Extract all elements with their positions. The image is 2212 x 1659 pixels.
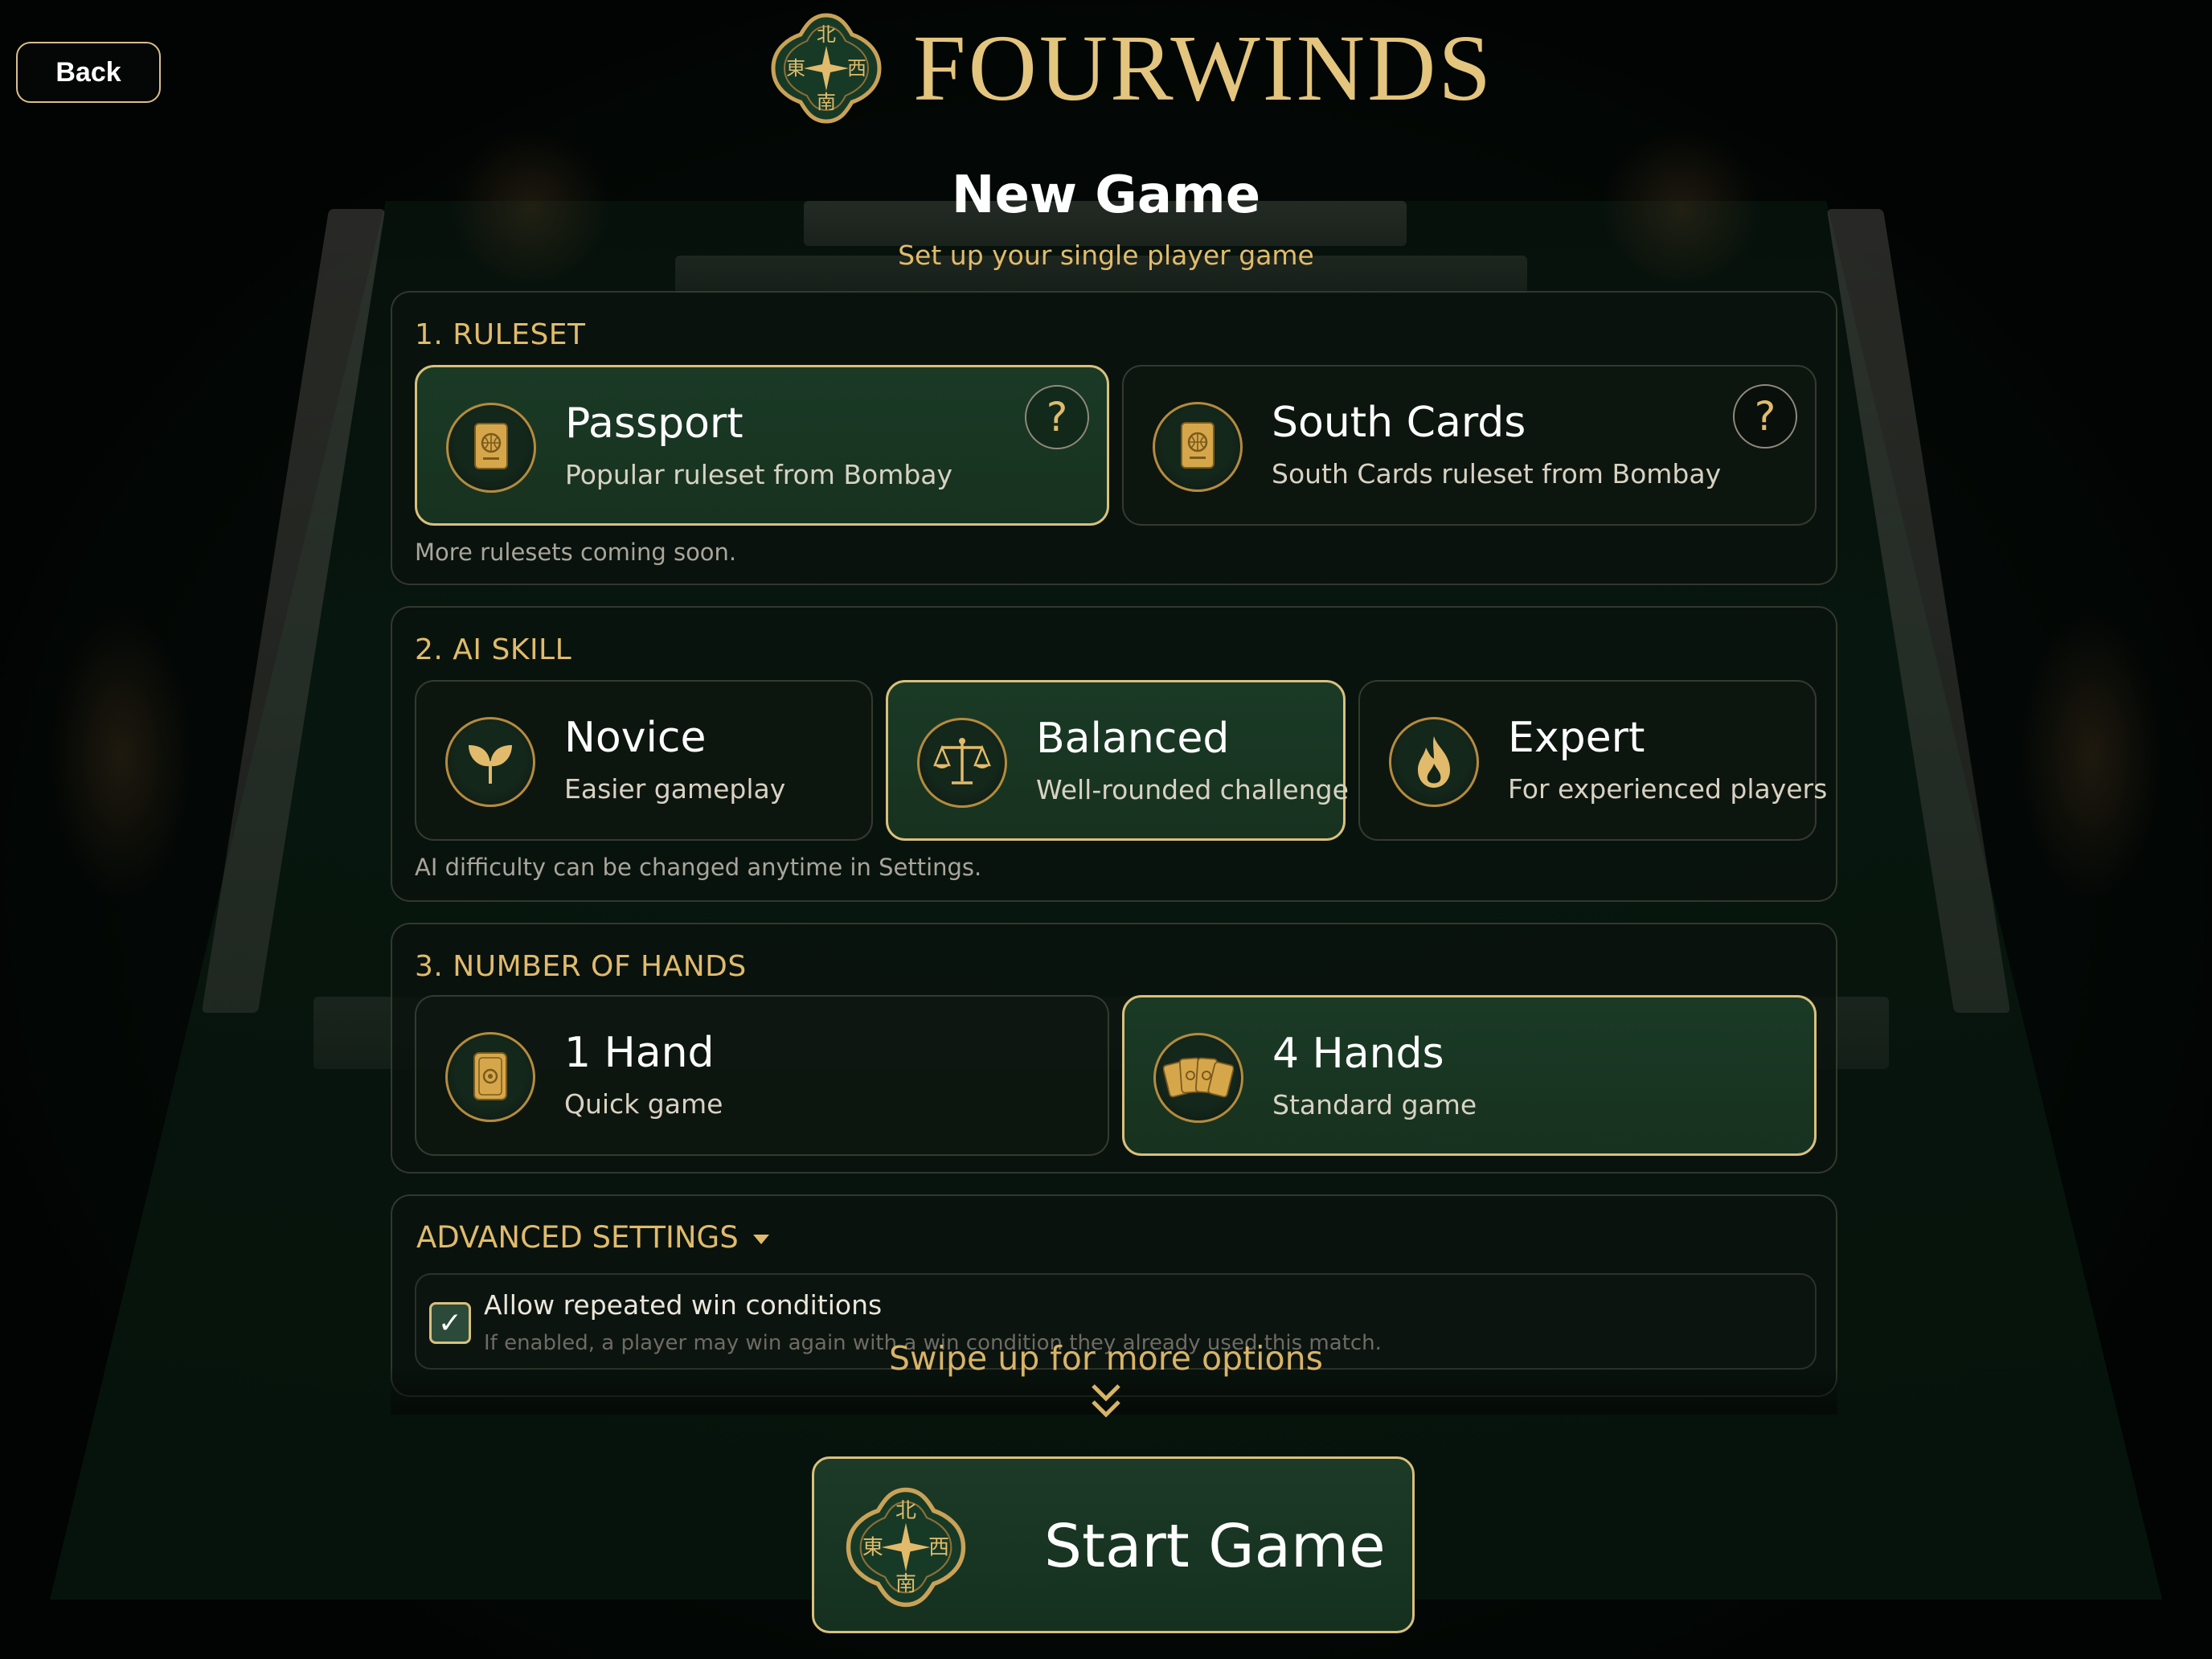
back-button[interactable]: Back <box>16 42 161 103</box>
emblem-east-glyph: 東 <box>862 1536 883 1560</box>
ai-option-title: Balanced <box>1036 715 1230 763</box>
hands-option-title: 1 Hand <box>564 1029 715 1077</box>
ruleset-title: South Cards <box>1272 399 1526 447</box>
caret-down-icon <box>752 1234 769 1244</box>
ruleset-panel: 1. RULESET Passport Popular ruleset from… <box>391 291 1837 585</box>
fanned-tiles-icon <box>1153 1033 1243 1123</box>
page-subtitle: Set up your single player game <box>898 240 1314 271</box>
help-button[interactable]: ? <box>1733 384 1797 449</box>
passport-icon <box>446 403 536 493</box>
emblem-west-glyph: 西 <box>847 57 866 80</box>
passport-icon <box>1153 402 1243 492</box>
hands-panel: 3. NUMBER OF HANDS 1 Hand Quick game 4 H… <box>391 923 1837 1174</box>
ai-option-desc: For experienced players <box>1508 773 1828 805</box>
scales-icon <box>917 718 1007 808</box>
ai-skill-panel: 2. AI SKILL Novice Easier gameplay Balan… <box>391 606 1837 902</box>
ai-option-desc: Well-rounded challenge <box>1036 774 1349 805</box>
help-button[interactable]: ? <box>1025 385 1089 449</box>
ai-option-balanced[interactable]: Balanced Well-rounded challenge <box>886 680 1349 841</box>
ruleset-desc: South Cards ruleset from Bombay <box>1272 458 1722 490</box>
emblem-west-glyph: 西 <box>928 1536 949 1560</box>
sprout-icon <box>445 717 535 807</box>
ruleset-option-south-cards[interactable]: South Cards South Cards ruleset from Bom… <box>1122 365 1817 526</box>
hands-option-desc: Standard game <box>1272 1089 1477 1120</box>
hands-option-desc: Quick game <box>564 1088 723 1120</box>
ruleset-option-passport[interactable]: Passport Popular ruleset from Bombay ? <box>415 365 1109 526</box>
brand-wordmark: FOURWINDS <box>913 15 1493 121</box>
repeat-win-checkbox[interactable]: ✓ <box>429 1302 471 1344</box>
emblem-south-glyph: 南 <box>817 91 836 113</box>
emblem-south-glyph: 南 <box>895 1572 916 1596</box>
ai-option-expert[interactable]: Expert For experienced players <box>1358 680 1827 841</box>
ruleset-title: Passport <box>565 399 743 448</box>
ai-skill-heading: 2. AI SKILL <box>415 633 572 666</box>
ruleset-note: More rulesets coming soon. <box>415 539 737 566</box>
hands-option-4[interactable]: 4 Hands Standard game <box>1122 995 1817 1156</box>
ai-skill-note: AI difficulty can be changed anytime in … <box>415 854 982 881</box>
compass-emblem-icon: 北 東 西 南 <box>846 1487 966 1608</box>
ai-option-desc: Easier gameplay <box>564 773 786 805</box>
ai-option-title: Expert <box>1508 714 1645 762</box>
advanced-settings-toggle[interactable]: ADVANCED SETTINGS <box>416 1220 769 1255</box>
ai-option-novice[interactable]: Novice Easier gameplay <box>415 680 873 841</box>
ruleset-heading: 1. RULESET <box>415 318 586 351</box>
hands-option-title: 4 Hands <box>1272 1030 1444 1078</box>
page-title: New Game <box>951 166 1261 225</box>
double-chevron-down-icon <box>1092 1384 1120 1418</box>
flame-icon <box>1389 717 1479 807</box>
ai-option-title: Novice <box>564 714 707 762</box>
ruleset-desc: Popular ruleset from Bombay <box>565 459 953 490</box>
advanced-heading: ADVANCED SETTINGS <box>416 1220 739 1255</box>
swipe-hint: Swipe up for more options <box>889 1339 1323 1378</box>
brand-logo: 北 東 西 南 FOURWINDS <box>768 10 1493 127</box>
emblem-north-glyph: 北 <box>895 1499 916 1523</box>
single-tile-icon <box>445 1032 535 1122</box>
compass-emblem-icon: 北 東 西 南 <box>771 13 882 124</box>
repeat-win-label: Allow repeated win conditions <box>484 1289 883 1321</box>
start-game-button[interactable]: 北 東 西 南 Start Game <box>812 1456 1415 1633</box>
start-game-label: Start Game <box>1044 1512 1386 1581</box>
hands-heading: 3. NUMBER OF HANDS <box>415 950 747 983</box>
emblem-north-glyph: 北 <box>817 23 836 46</box>
emblem-east-glyph: 東 <box>786 57 805 80</box>
hands-option-1[interactable]: 1 Hand Quick game <box>415 995 1109 1156</box>
